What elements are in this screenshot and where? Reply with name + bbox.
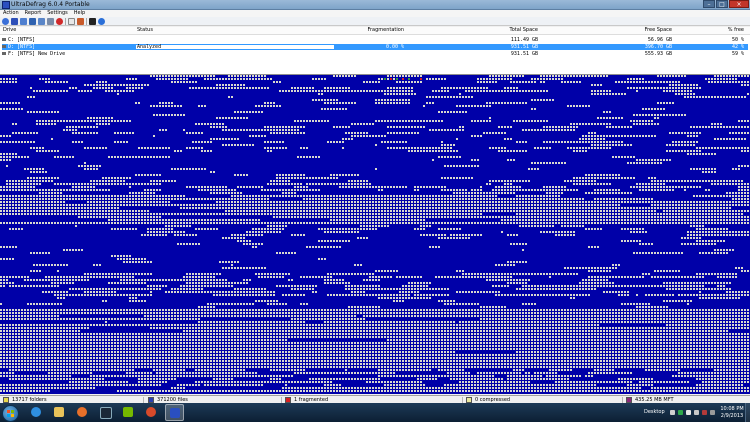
taskbar-internet-explorer[interactable] (27, 404, 46, 421)
volume-status: Analyzed (137, 44, 162, 50)
compressed-swatch (466, 396, 472, 403)
tray-volume-icon[interactable] (710, 410, 715, 415)
start-button[interactable] (2, 405, 19, 422)
taskbar: Desktop 10:08 PM 2/9/2013 (0, 403, 750, 422)
defragment-icon[interactable] (11, 17, 18, 25)
folders-swatch (3, 396, 9, 403)
volume-free-space: 555.93 GB (644, 51, 672, 57)
tray-flag-icon[interactable] (686, 410, 691, 415)
menu-bar: Action Report Settings Help (0, 10, 750, 17)
show-desktop-button[interactable] (745, 403, 750, 422)
volume-percent-free: 50 % (731, 37, 744, 43)
toolbar (0, 17, 750, 26)
menu-report[interactable]: Report (25, 10, 42, 17)
mft-optimize-icon[interactable] (38, 17, 45, 25)
tray-network-icon[interactable] (678, 410, 683, 415)
volume-list-header: Drive Status Fragmentation Total Space F… (0, 27, 750, 35)
menu-help[interactable]: Help (74, 10, 85, 17)
volume-total-space: 111.49 GB (510, 37, 538, 43)
toolbar-separator (65, 17, 66, 25)
taskbar-file-explorer[interactable] (50, 404, 69, 421)
desktop-toolbar-label[interactable]: Desktop (644, 409, 665, 415)
volume-total-space: 931.51 GB (510, 44, 538, 50)
tray-app-icon[interactable] (702, 410, 707, 415)
cluster-map-canvas (0, 75, 750, 394)
taskbar-media-player[interactable] (142, 404, 161, 421)
taskbar-firefox[interactable] (73, 404, 92, 421)
volume-row[interactable]: F: [NTFS] New Drive 931.51 GB 555.93 GB 59 … (0, 51, 750, 57)
taskbar-ultradefrag[interactable] (165, 404, 184, 421)
col-percent-free[interactable]: % free (700, 27, 744, 34)
nvidia-icon (123, 407, 133, 417)
settings-icon[interactable] (77, 17, 84, 25)
taskbar-nvidia[interactable] (119, 404, 138, 421)
steam-icon (100, 407, 112, 419)
ultradefrag-app-icon (2, 1, 10, 9)
internet-explorer-icon (31, 407, 41, 417)
tray-speaker-icon[interactable] (694, 410, 699, 415)
volume-free-space: 396.70 GB (644, 44, 672, 50)
full-optimize-icon[interactable] (29, 17, 36, 25)
volume-row[interactable]: D: [NTFS] Analyzed 0.00 % 931.51 GB 396.70 G… (0, 44, 750, 50)
hard-drive-icon (2, 45, 6, 48)
volume-row[interactable]: C: [NTFS] 111.49 GB 56.96 GB 50 % (0, 37, 750, 43)
file-explorer-icon (54, 407, 64, 417)
volume-list: Drive Status Fragmentation Total Space F… (0, 27, 750, 75)
windows-flag-icon (7, 410, 14, 417)
col-free-space[interactable]: Free Space (600, 27, 672, 34)
clock-date[interactable]: 2/9/2013 (720, 413, 744, 419)
tray-chevron-icon[interactable] (670, 410, 675, 415)
col-drive[interactable]: Drive (3, 27, 16, 34)
menu-settings[interactable]: Settings (47, 10, 68, 17)
volume-percent-free: 42 % (731, 44, 744, 50)
col-status[interactable]: Status (137, 27, 153, 34)
toolbar-separator (86, 17, 87, 25)
clock-time[interactable]: 10:08 PM (720, 406, 744, 412)
quick-optimize-icon[interactable] (20, 17, 27, 25)
maximize-button[interactable]: □ (716, 0, 728, 8)
window-title: UltraDefrag 6.0.4 Portable (11, 1, 90, 8)
col-fragmentation[interactable]: Fragmentation (334, 27, 404, 34)
cluster-map[interactable] (0, 75, 750, 394)
window-controls: – □ × (703, 0, 749, 8)
minimize-button[interactable]: – (703, 0, 715, 8)
firefox-icon (77, 407, 87, 417)
title-bar[interactable]: UltraDefrag 6.0.4 Portable – □ × (0, 0, 750, 10)
pause-icon[interactable] (47, 17, 54, 25)
taskbar-steam[interactable] (96, 404, 115, 421)
volume-fragmentation: 0.00 % (385, 44, 404, 50)
mft-swatch (626, 396, 632, 403)
fragmented-swatch (285, 396, 291, 403)
media-player-icon (146, 407, 156, 417)
analyze-icon[interactable] (2, 17, 9, 25)
menu-action[interactable]: Action (3, 10, 19, 17)
volume-percent-free: 59 % (731, 51, 744, 57)
volume-drive: C: [NTFS] (8, 37, 36, 43)
hard-drive-icon (2, 38, 6, 41)
files-swatch (148, 396, 154, 403)
volume-total-space: 931.51 GB (510, 51, 538, 57)
ultradefrag-icon (170, 408, 180, 418)
volume-drive: D: [NTFS] (8, 44, 36, 50)
hard-drive-icon (2, 52, 6, 55)
volume-free-space: 56.96 GB (647, 37, 672, 43)
stop-icon[interactable] (56, 17, 63, 25)
status-cell-box (135, 44, 335, 50)
help-icon[interactable] (98, 17, 105, 25)
close-button[interactable]: × (729, 0, 749, 8)
volume-drive: F: [NTFS] New Drive (8, 51, 66, 57)
report-icon[interactable] (68, 17, 75, 25)
boot-time-icon[interactable] (89, 17, 96, 25)
col-total-space[interactable]: Total Space (470, 27, 538, 34)
